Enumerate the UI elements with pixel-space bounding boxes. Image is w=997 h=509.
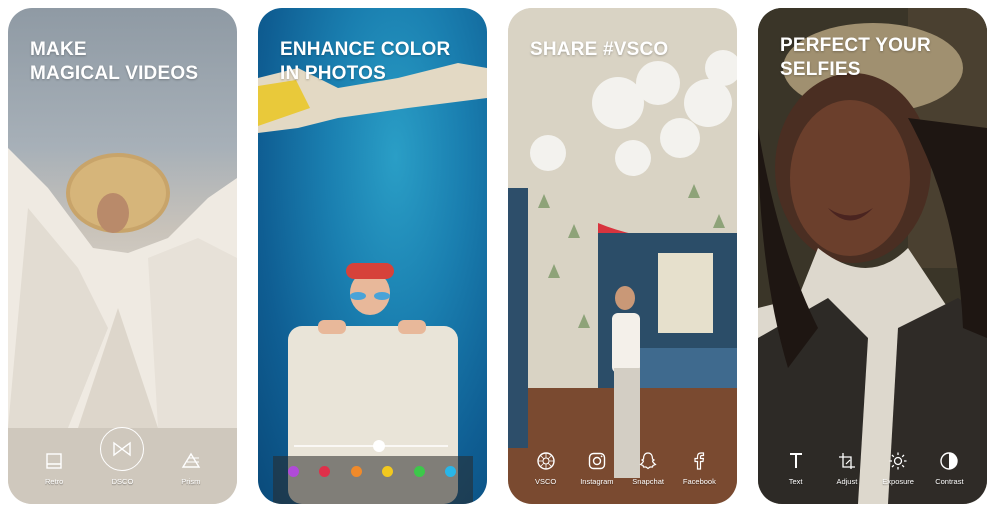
headline-line-1: SHARE #VSCO: [530, 39, 669, 60]
filter-toolbar: Retro DSCO Prism: [8, 427, 237, 486]
tool-label: Snapchat: [632, 477, 664, 486]
snapchat-icon: [639, 452, 657, 470]
text-icon: [789, 453, 802, 468]
tool-text[interactable]: Text: [770, 451, 821, 486]
slider-knob[interactable]: [372, 440, 385, 452]
headline: MAKE MAGICAL VIDEOS: [30, 38, 198, 86]
tool-label: Contrast: [935, 477, 964, 486]
instagram-icon: [588, 452, 606, 470]
color-swatch-row: [288, 466, 456, 477]
color-swatch[interactable]: [350, 466, 362, 477]
headline-line-1: ENHANCE COLOR: [280, 39, 451, 60]
dsco-selected-ring: [100, 427, 145, 471]
color-swatch[interactable]: [444, 466, 456, 477]
screenshot-perfect-selfies: PERFECT YOUR SELFIES Text Adjust Exposur…: [758, 8, 987, 504]
tool-prism[interactable]: Prism: [165, 451, 217, 486]
color-swatch[interactable]: [382, 466, 394, 477]
headline-line-2: IN PHOTOS: [280, 63, 386, 84]
headline-line-2: MAGICAL VIDEOS: [30, 63, 199, 84]
tool-label: Facebook: [682, 477, 716, 486]
tool-retro[interactable]: Retro: [28, 451, 80, 486]
headline-line-2: SELFIES: [780, 59, 861, 80]
photo-girl-with-balloons: [508, 8, 737, 504]
share-instagram[interactable]: Instagram: [571, 451, 622, 486]
tool-contrast[interactable]: Contrast: [924, 451, 975, 486]
tool-label: Adjust: [836, 477, 858, 486]
screenshot-enhance-color: ENHANCE COLOR IN PHOTOS: [258, 8, 487, 504]
tool-label: Text: [788, 477, 803, 486]
color-swatch[interactable]: [288, 466, 299, 477]
tool-label: Instagram: [580, 477, 614, 486]
dsco-icon: [113, 441, 132, 457]
facebook-icon: [694, 452, 705, 470]
edit-toolbar: Text Adjust Exposure Contrast: [758, 451, 987, 486]
screenshot-share-vsco: SHARE #VSCO VSCO Instagram Snapchat Face…: [508, 8, 737, 504]
headline-line-1: MAKE: [30, 39, 87, 60]
share-facebook[interactable]: Facebook: [674, 451, 725, 486]
contrast-icon: [940, 452, 959, 470]
retro-icon: [46, 453, 62, 469]
tool-label: Retro: [44, 477, 64, 486]
color-swatch[interactable]: [413, 466, 425, 477]
share-vsco[interactable]: VSCO: [520, 451, 571, 486]
prism-icon: [181, 452, 201, 468]
strength-slider[interactable]: [294, 440, 448, 452]
screenshot-make-magical-videos: MAKE MAGICAL VIDEOS Retro DSCO Prism: [8, 8, 237, 504]
tool-label: VSCO: [534, 477, 557, 486]
headline-line-1: PERFECT YOUR: [780, 35, 931, 56]
photo-selfie-portrait: [758, 8, 987, 504]
headline: ENHANCE COLOR IN PHOTOS: [280, 38, 450, 86]
headline: PERFECT YOUR SELFIES: [780, 34, 931, 82]
vsco-icon: [536, 452, 555, 470]
headline: SHARE #VSCO: [530, 38, 668, 62]
tool-adjust[interactable]: Adjust: [821, 451, 872, 486]
exposure-icon: [889, 452, 907, 470]
tool-label: DSCO: [111, 477, 134, 486]
adjust-icon: [838, 453, 855, 469]
tool-label: Prism: [181, 477, 201, 486]
color-swatch[interactable]: [319, 466, 331, 477]
tool-exposure[interactable]: Exposure: [873, 451, 924, 486]
share-snapchat[interactable]: Snapchat: [623, 451, 674, 486]
tool-dsco[interactable]: DSCO: [96, 427, 148, 486]
tool-label: Exposure: [882, 477, 914, 486]
share-toolbar: VSCO Instagram Snapchat Facebook: [508, 451, 737, 486]
